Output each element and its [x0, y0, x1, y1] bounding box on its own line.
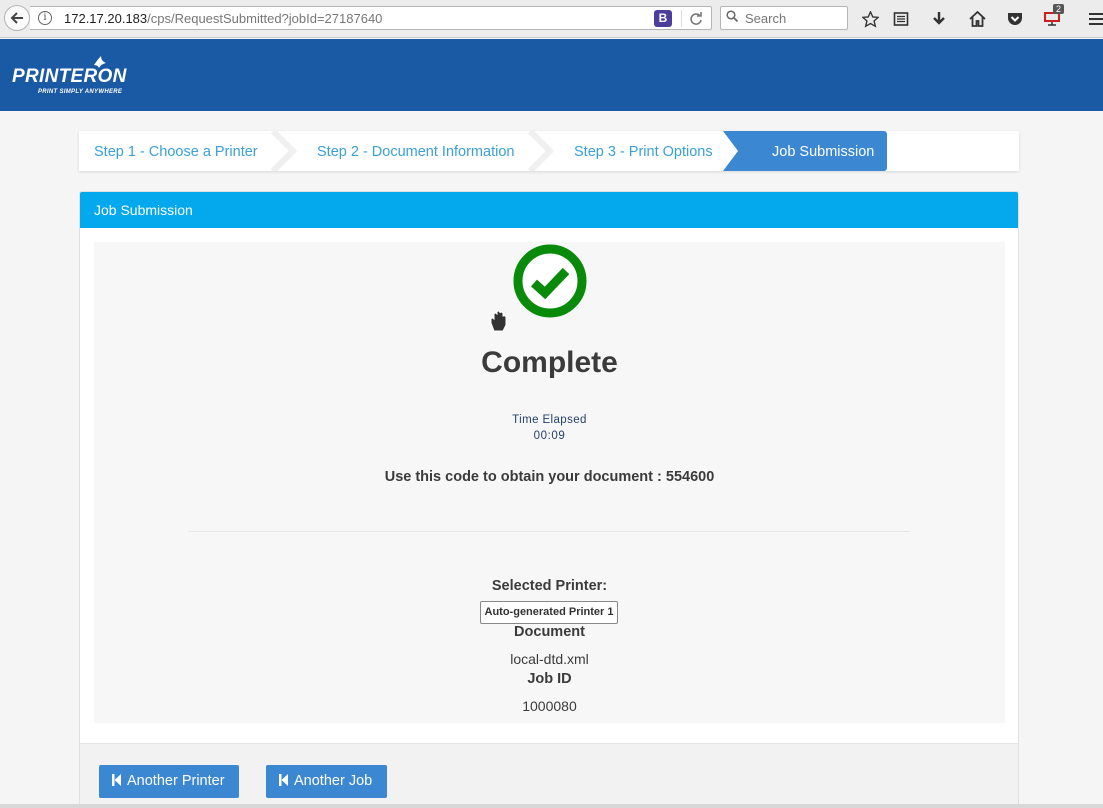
another-printer-button[interactable]: Another Printer: [99, 765, 239, 798]
document-value: local-dtd.xml: [510, 651, 589, 667]
skip-back-icon: [112, 774, 121, 787]
download-icon[interactable]: [927, 7, 951, 31]
url-bar[interactable]: i 172.17.20.183/cps/RequestSubmitted?job…: [30, 6, 712, 30]
step-job-submission-label: Job Submission: [772, 144, 875, 160]
bookmark-star-icon[interactable]: [858, 7, 882, 31]
bitwarden-icon[interactable]: B: [654, 10, 672, 27]
success-check-icon: [513, 244, 587, 318]
url-path: /cps/RequestSubmitted?jobId=27187640: [147, 11, 383, 26]
search-placeholder: Search: [745, 11, 787, 26]
url-host: 172.17.20.183: [64, 11, 148, 26]
another-printer-label: Another Printer: [127, 773, 225, 789]
menu-icon[interactable]: [1084, 7, 1103, 31]
back-arrow-icon: [10, 12, 23, 24]
hand-cursor-icon: [490, 310, 507, 332]
logo-text[interactable]: PRINTERON: [12, 66, 127, 88]
status-heading: Complete: [481, 346, 618, 379]
skip-back-icon: [279, 774, 288, 787]
site-info-icon[interactable]: i: [38, 11, 52, 25]
selected-printer-value: Auto-generated Printer 1: [480, 601, 618, 624]
pocket-icon[interactable]: [1003, 7, 1027, 31]
notification-badge: 2: [1053, 4, 1065, 14]
home-icon[interactable]: [965, 7, 989, 31]
release-code-text: Use this code to obtain your document : …: [384, 469, 715, 485]
time-elapsed-label: Time Elapsed: [512, 414, 587, 426]
another-job-label: Another Job: [294, 773, 373, 789]
browser-toolbar: i 172.17.20.183/cps/RequestSubmitted?job…: [0, 0, 1103, 38]
step-divider-chevron: [527, 131, 555, 171]
document-label: Document: [514, 624, 585, 640]
reload-icon[interactable]: [686, 9, 706, 29]
search-icon: [726, 10, 738, 22]
app-header: PRINTERON PRINT SIMPLY ANYWHERE: [0, 39, 1103, 111]
url-separator: [681, 10, 682, 27]
step-divider-chevron: [270, 131, 298, 171]
job-submission-panel: Job Submission Complete Time Elapsed 00:…: [79, 191, 1019, 808]
url-text[interactable]: 172.17.20.183/cps/RequestSubmitted?jobId…: [64, 11, 382, 26]
step-document-information[interactable]: Step 2 - Document Information: [317, 131, 514, 171]
step-print-options[interactable]: Step 3 - Print Options: [574, 131, 713, 171]
window-bottom-edge: [0, 804, 1103, 808]
logo-tagline: PRINT SIMPLY ANYWHERE: [38, 89, 123, 95]
panel-title: Job Submission: [80, 192, 1018, 228]
job-id-label: Job ID: [527, 671, 572, 687]
time-elapsed-value: 00:09: [533, 430, 566, 442]
panel-footer: Another Printer Another Job: [80, 743, 1018, 807]
back-button[interactable]: [4, 5, 30, 31]
step-choose-printer[interactable]: Step 1 - Choose a Printer: [94, 131, 258, 171]
selected-printer-label: Selected Printer:: [491, 578, 608, 594]
job-status-box: Complete Time Elapsed 00:09 Use this cod…: [94, 242, 1005, 723]
reading-list-icon[interactable]: [889, 7, 913, 31]
step-job-submission[interactable]: Job Submission: [738, 131, 887, 171]
wizard-steps: Step 1 - Choose a Printer Step 2 - Docum…: [79, 131, 1019, 171]
another-job-button[interactable]: Another Job: [266, 765, 387, 798]
job-id-value: 1000080: [522, 698, 577, 714]
divider: [188, 531, 910, 532]
search-input[interactable]: Search: [720, 6, 848, 30]
